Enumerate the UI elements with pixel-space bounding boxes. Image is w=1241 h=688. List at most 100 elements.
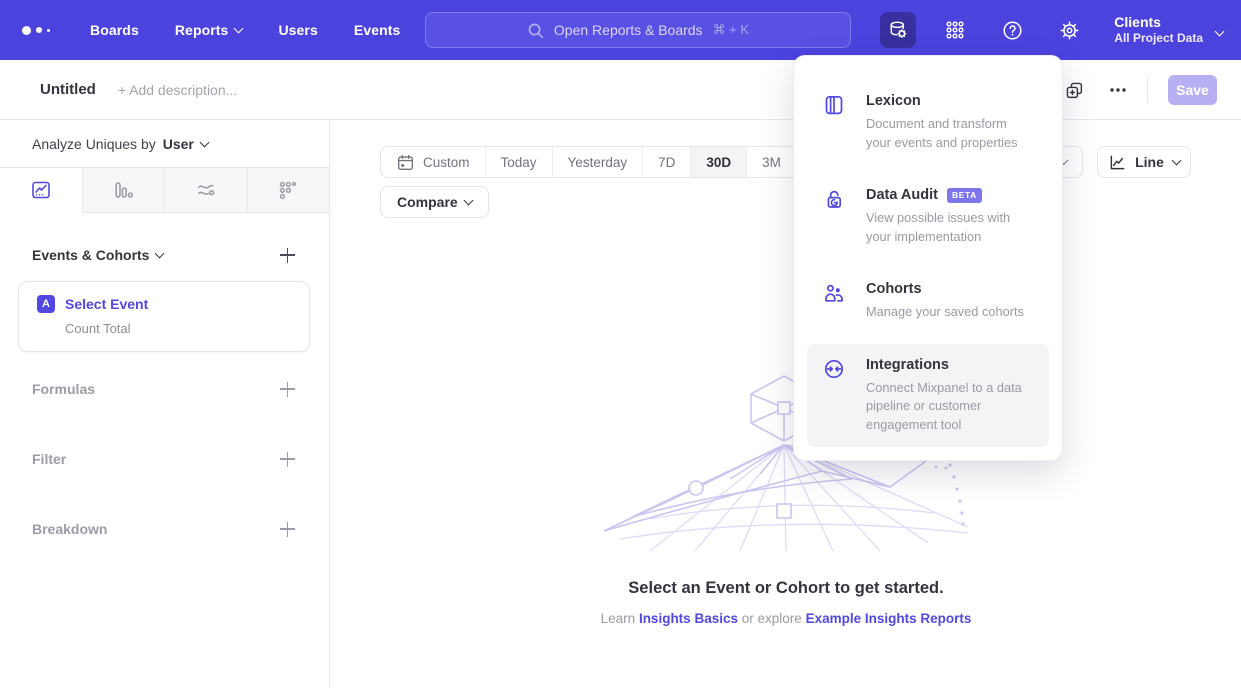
- menu-item-lexicon[interactable]: Lexicon Document and transform your even…: [807, 80, 1049, 165]
- retention-grid-tab-icon: [277, 179, 299, 201]
- breakdown-section-label: Breakdown: [32, 521, 107, 537]
- search-placeholder: Open Reports & Boards: [554, 22, 703, 38]
- duplicate-button[interactable]: [1064, 80, 1085, 101]
- cohorts-title: Cohorts: [866, 281, 922, 297]
- analyze-by-value: User: [163, 136, 194, 152]
- search-icon: [527, 22, 544, 39]
- apps-grid-icon: [944, 19, 966, 41]
- chevron-down-icon: [155, 248, 165, 258]
- chart-type-label: Line: [1135, 154, 1164, 170]
- chart-type-dropdown[interactable]: Line: [1097, 146, 1191, 178]
- tab-line-chart[interactable]: [0, 168, 82, 213]
- cohorts-description: Manage your saved cohorts: [866, 303, 1024, 322]
- date-range-custom[interactable]: Custom: [381, 147, 485, 177]
- explore-text: or explore: [742, 611, 802, 626]
- settings-gear-icon: [1058, 19, 1081, 42]
- nav-events[interactable]: Events: [354, 22, 401, 38]
- event-letter-badge: A: [37, 295, 55, 313]
- report-title[interactable]: Untitled: [40, 81, 96, 98]
- chevron-down-icon: [199, 137, 209, 147]
- data-management-menu: Lexicon Document and transform your even…: [793, 55, 1063, 461]
- report-canvas: Custom Today Yesterday 7D 30D 3M 6M Comp…: [331, 121, 1241, 688]
- add-breakdown-button[interactable]: [280, 522, 295, 537]
- tab-bar-chart[interactable]: [82, 168, 165, 213]
- insights-basics-link[interactable]: Insights Basics: [639, 611, 738, 626]
- menu-item-data-audit[interactable]: Data Audit BETA View possible issues wit…: [807, 174, 1049, 259]
- chevron-down-icon: [1215, 26, 1225, 36]
- beta-badge: BETA: [947, 188, 982, 203]
- nav-users[interactable]: Users: [278, 22, 317, 38]
- date-range-today[interactable]: Today: [485, 147, 552, 177]
- empty-state-subtext: Learn Insights Basics or explore Example…: [331, 611, 1241, 626]
- help-icon: [1001, 19, 1024, 42]
- date-range-yesterday[interactable]: Yesterday: [552, 147, 643, 177]
- integrations-description: Connect Mixpanel to a data pipeline or c…: [866, 379, 1035, 435]
- formulas-section-label: Formulas: [32, 381, 95, 397]
- menu-item-integrations[interactable]: Integrations Connect Mixpanel to a data …: [807, 344, 1049, 448]
- data-management-button[interactable]: [880, 12, 916, 48]
- header-divider: [1147, 77, 1148, 103]
- add-formula-button[interactable]: [280, 382, 295, 397]
- date-range-7d[interactable]: 7D: [642, 147, 690, 177]
- flow-tab-icon: [195, 179, 217, 201]
- date-range-custom-label: Custom: [423, 155, 470, 170]
- date-range-3m[interactable]: 3M: [746, 147, 796, 177]
- date-range-30d[interactable]: 30D: [690, 147, 746, 177]
- project-selector[interactable]: Clients All Project Data: [1114, 14, 1223, 47]
- events-cohorts-label: Events & Cohorts: [32, 247, 149, 263]
- analyze-by-dropdown[interactable]: User: [163, 136, 208, 152]
- insights-report-page: Boards Reports Users Events Open Reports…: [0, 0, 1241, 688]
- more-options-button[interactable]: [1109, 87, 1127, 93]
- add-description-field[interactable]: + Add description...: [118, 82, 237, 98]
- org-name: Clients: [1114, 14, 1203, 32]
- visualization-tabs: [0, 167, 329, 213]
- add-filter-button[interactable]: [280, 452, 295, 467]
- nav-boards[interactable]: Boards: [90, 22, 139, 38]
- lexicon-book-icon: [823, 94, 845, 116]
- data-audit-description: View possible issues with your implement…: [866, 209, 1035, 246]
- ellipsis-icon: [1109, 87, 1127, 93]
- integrations-icon: [823, 358, 845, 380]
- integrations-title: Integrations: [866, 357, 949, 373]
- event-row-card[interactable]: A Select Event Count Total: [18, 281, 310, 352]
- bar-chart-tab-icon: [112, 179, 134, 201]
- tab-retention[interactable]: [247, 168, 330, 213]
- events-cohorts-header[interactable]: Events & Cohorts: [32, 247, 163, 263]
- duplicate-icon: [1064, 80, 1085, 101]
- data-audit-title: Data Audit: [866, 187, 938, 203]
- empty-state-heading: Select an Event or Cohort to get started…: [331, 579, 1241, 598]
- search-shortcut: ⌘ + K: [713, 22, 750, 38]
- chevron-down-icon: [234, 23, 244, 33]
- project-name: All Project Data: [1114, 31, 1203, 46]
- mixpanel-logo[interactable]: [22, 26, 50, 35]
- nav-reports[interactable]: Reports: [175, 22, 243, 38]
- query-builder-sidebar: Analyze Uniques by User: [0, 121, 330, 688]
- lexicon-title: Lexicon: [866, 93, 921, 109]
- top-navbar: Boards Reports Users Events Open Reports…: [0, 0, 1241, 60]
- cohorts-icon: [823, 282, 845, 304]
- calendar-icon: [396, 153, 415, 172]
- event-measure-dropdown[interactable]: Count Total: [65, 321, 309, 336]
- line-chart-icon: [1108, 153, 1127, 172]
- apps-grid-button[interactable]: [937, 12, 973, 48]
- line-chart-tab-icon: [30, 179, 52, 201]
- tab-flow[interactable]: [164, 168, 247, 213]
- add-event-button[interactable]: [280, 248, 295, 263]
- chevron-down-icon: [1171, 155, 1181, 165]
- global-search-input[interactable]: Open Reports & Boards ⌘ + K: [425, 12, 851, 48]
- filter-section-label: Filter: [32, 451, 66, 467]
- example-reports-link[interactable]: Example Insights Reports: [806, 611, 972, 626]
- compare-dropdown[interactable]: Compare: [380, 186, 489, 218]
- nav-reports-label: Reports: [175, 22, 229, 38]
- menu-item-cohorts[interactable]: Cohorts Manage your saved cohorts: [807, 268, 1049, 335]
- save-button[interactable]: Save: [1168, 75, 1217, 105]
- learn-text: Learn: [601, 611, 636, 626]
- data-audit-icon: [823, 188, 845, 210]
- data-management-icon: [887, 19, 909, 41]
- chevron-down-icon: [463, 195, 473, 205]
- compare-label: Compare: [397, 194, 458, 210]
- select-event-button[interactable]: Select Event: [65, 296, 148, 312]
- settings-button[interactable]: [1051, 12, 1087, 48]
- analyze-uniques-label: Analyze Uniques by: [32, 136, 156, 152]
- help-button[interactable]: [994, 12, 1030, 48]
